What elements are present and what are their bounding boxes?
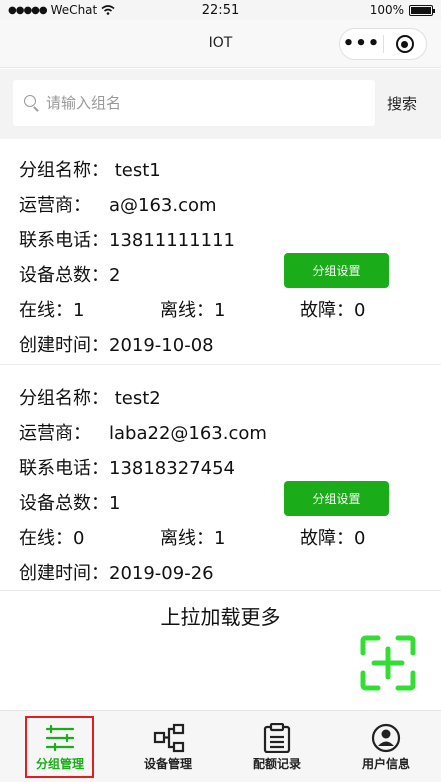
phone-value: 13818327454 [109, 458, 235, 479]
created-row: 创建时间：2019-09-26 [19, 563, 214, 585]
tab-quota-records[interactable]: 配额记录 [222, 711, 332, 782]
clipboard-icon [263, 723, 291, 753]
group-name-value: test1 [114, 160, 161, 181]
status-right: 100% [369, 3, 435, 17]
user-circle-icon [371, 723, 401, 753]
group-name-row: 分组名称： test1 [19, 160, 161, 182]
nav-bar: IOT ••• [0, 20, 441, 68]
operator-row: 运营商： laba22@163.com [19, 423, 267, 445]
group-card: 分组名称： test2 运营商： laba22@163.com 联系电话：1381… [0, 365, 441, 591]
phone-value: 13811111111 [109, 230, 235, 251]
operator-label: 运营商： [19, 195, 91, 216]
offline-label: 离线： [160, 528, 214, 549]
add-group-button[interactable] [360, 635, 416, 691]
more-icon[interactable]: ••• [340, 34, 383, 54]
online-value: 1 [73, 300, 85, 321]
offline-stat: 离线：1 [160, 528, 225, 550]
search-button[interactable]: 搜索 [387, 93, 417, 114]
fault-label: 故障： [300, 528, 354, 549]
group-settings-button[interactable]: 分组设置 [284, 481, 389, 516]
device-total-row: 设备总数：2 [19, 265, 120, 287]
operator-label: 运营商： [19, 423, 91, 444]
operator-value: a@163.com [109, 195, 217, 216]
device-total-value: 1 [109, 493, 121, 514]
device-total-label: 设备总数： [19, 265, 109, 286]
status-bar: ●●●●● WeChat 22:51 100% [0, 0, 441, 20]
fault-value: 0 [354, 528, 366, 549]
phone-label: 联系电话： [19, 230, 109, 251]
device-total-label: 设备总数： [19, 493, 109, 514]
search-box[interactable] [13, 80, 375, 126]
offline-value: 1 [214, 300, 226, 321]
search-area: 搜索 [0, 69, 441, 139]
group-name-row: 分组名称： test2 [19, 388, 161, 410]
load-more-text: 上拉加载更多 [160, 605, 281, 629]
battery-percent: 100% [369, 3, 404, 17]
created-row: 创建时间：2019-10-08 [19, 335, 214, 357]
tab-device-management[interactable]: 设备管理 [113, 711, 223, 782]
target-icon [395, 35, 414, 53]
fault-stat: 故障：0 [300, 300, 365, 322]
group-name-label: 分组名称： [19, 160, 109, 181]
fault-value: 0 [354, 300, 366, 321]
operator-row: 运营商： a@163.com [19, 195, 217, 217]
online-stat: 在线：0 [19, 528, 84, 550]
created-label: 创建时间： [19, 335, 109, 356]
online-label: 在线： [19, 528, 73, 549]
phone-row: 联系电话：13811111111 [19, 230, 235, 252]
mini-program-capsule: ••• [339, 28, 427, 60]
battery-fill [411, 6, 431, 14]
group-name-value: test2 [114, 388, 161, 409]
phone-row: 联系电话：13818327454 [19, 458, 235, 480]
device-total-value: 2 [109, 265, 121, 286]
group-name-label: 分组名称： [19, 388, 109, 409]
close-miniprogram-button[interactable] [384, 35, 426, 53]
active-tab-highlight [25, 716, 94, 778]
search-input[interactable] [46, 91, 366, 115]
online-label: 在线： [19, 300, 73, 321]
created-label: 创建时间： [19, 563, 109, 584]
battery-icon [409, 4, 435, 16]
group-settings-button[interactable]: 分组设置 [284, 253, 389, 288]
created-value: 2019-10-08 [109, 335, 214, 356]
offline-stat: 离线：1 [160, 300, 225, 322]
operator-value: laba22@163.com [109, 423, 267, 444]
phone-label: 联系电话： [19, 458, 109, 479]
online-value: 0 [73, 528, 85, 549]
online-stat: 在线：1 [19, 300, 84, 322]
scan-add-icon [360, 635, 416, 691]
fault-stat: 故障：0 [300, 528, 365, 550]
device-tree-icon [153, 723, 185, 753]
fault-label: 故障： [300, 300, 354, 321]
tab-label: 设备管理 [143, 757, 192, 771]
offline-value: 1 [214, 528, 226, 549]
offline-label: 离线： [160, 300, 214, 321]
tab-label: 配额记录 [252, 757, 301, 771]
tab-user-info[interactable]: 用户信息 [331, 711, 441, 782]
search-icon [24, 95, 39, 112]
tab-label: 用户信息 [361, 757, 410, 771]
device-total-row: 设备总数：1 [19, 493, 120, 515]
created-value: 2019-09-26 [109, 563, 214, 584]
group-card: 分组名称： test1 运营商： a@163.com 联系电话：138111111… [0, 139, 441, 365]
